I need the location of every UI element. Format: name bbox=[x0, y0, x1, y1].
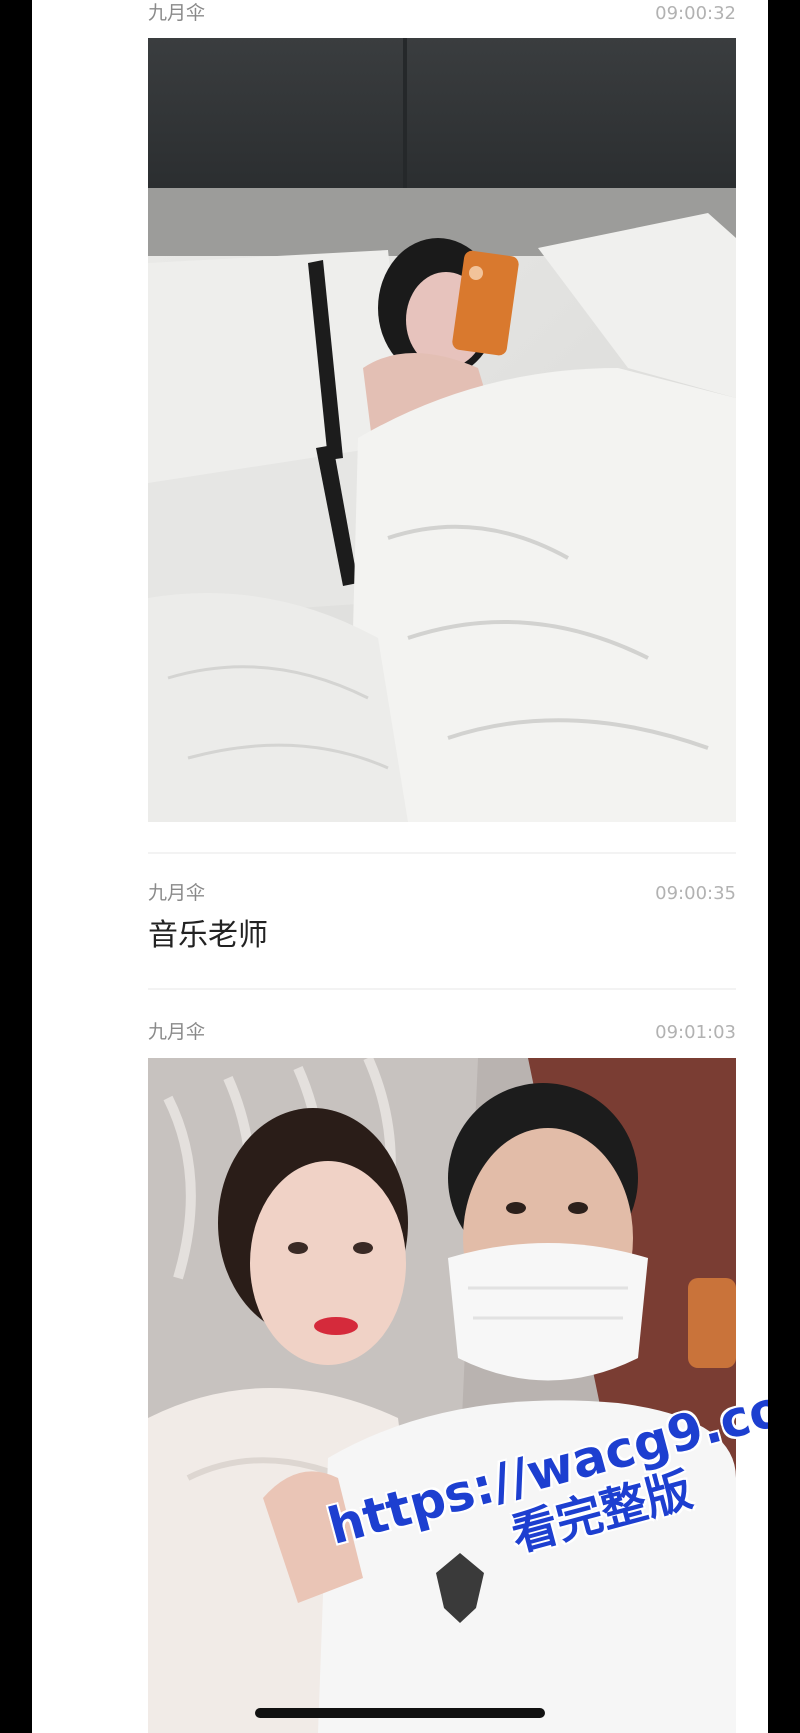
bed-photo-image bbox=[148, 38, 736, 822]
message-meta: 九月伞 09:00:32 bbox=[148, 2, 736, 26]
message-divider bbox=[148, 852, 736, 854]
message-1-photo[interactable] bbox=[148, 38, 736, 822]
chat-history-screen: 九月伞 09:00:32 九月伞 09:00:35 音乐老师 九月伞 09:01… bbox=[0, 0, 800, 1733]
message-meta: 九月伞 09:01:03 bbox=[148, 1021, 736, 1045]
message-3-header: 九月伞 09:01:03 bbox=[148, 1021, 736, 1045]
chat-page[interactable]: 九月伞 09:00:32 九月伞 09:00:35 音乐老师 九月伞 09:01… bbox=[32, 0, 768, 1733]
message-3-photo[interactable] bbox=[148, 1058, 736, 1733]
selfie-photo-image bbox=[148, 1058, 736, 1733]
message-2: 九月伞 09:00:35 音乐老师 bbox=[148, 882, 736, 956]
sender-name: 九月伞 bbox=[148, 883, 206, 904]
message-1-header: 九月伞 09:00:32 bbox=[148, 2, 736, 26]
home-indicator[interactable] bbox=[255, 1708, 545, 1718]
message-divider bbox=[148, 988, 736, 990]
sender-name: 九月伞 bbox=[148, 3, 206, 24]
sender-name: 九月伞 bbox=[148, 1022, 206, 1043]
message-text: 音乐老师 bbox=[148, 919, 268, 952]
message-time: 09:00:35 bbox=[655, 883, 736, 904]
message-time: 09:00:32 bbox=[655, 3, 736, 24]
message-time: 09:01:03 bbox=[655, 1022, 736, 1043]
message-meta: 九月伞 09:00:35 bbox=[148, 882, 736, 906]
